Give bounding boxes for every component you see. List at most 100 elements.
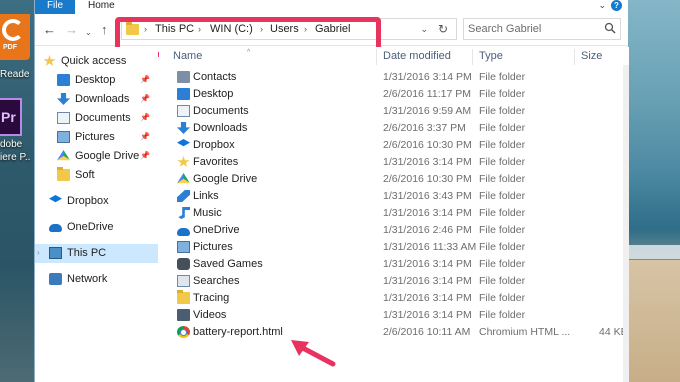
recent-locations-chevron-icon[interactable]: ⌄ [85,26,92,39]
file-name: Music [193,207,222,219]
desktop-icon-label: dobe [0,139,23,150]
pin-icon[interactable]: 📌 [140,75,150,84]
file-type: File folder [479,122,526,134]
sidebar-item-label: OneDrive [67,221,114,233]
premiere-logo-icon: Pr [0,98,22,136]
sidebar-item-label: Desktop [75,74,116,86]
file-name: Searches [193,275,240,287]
file-date-modified: 1/31/2016 3:14 PM [383,292,472,304]
file-row[interactable]: Google Drive 2/6/2016 10:30 PM File folder [167,171,629,188]
file-row[interactable]: Tracing 1/31/2016 3:14 PM File folder [167,290,629,307]
videos-icon [177,309,190,321]
column-header-size[interactable]: Size [575,49,623,65]
file-name: OneDrive [193,224,240,236]
ribbon-expand-icon[interactable]: ⌄ [598,0,606,11]
folder-icon [177,290,190,304]
sidebar-item-dropbox[interactable]: Dropbox [35,192,158,211]
sidebar-item-label: Documents [75,112,131,124]
folder-icon [57,167,70,181]
google-drive-icon [177,173,190,184]
help-icon[interactable]: ? [611,0,622,11]
desktop-icon-premiere[interactable]: Pr dobe iere P.. [0,98,34,163]
file-row[interactable]: Videos 1/31/2016 3:14 PM File folder [167,307,629,324]
file-row[interactable]: Pictures 1/31/2016 11:33 AM File folder [167,239,629,256]
column-header-name[interactable]: Name ^ [167,49,377,65]
file-date-modified: 1/31/2016 3:14 PM [383,71,472,83]
file-type: File folder [479,275,526,287]
favorites-icon [177,156,190,167]
file-date-modified: 1/31/2016 3:14 PM [383,156,472,168]
file-row[interactable]: Favorites 1/31/2016 3:14 PM File folder [167,154,629,171]
links-icon [177,190,190,202]
sidebar-item-soft[interactable]: Soft [35,166,158,185]
sidebar-item-network[interactable]: Network [35,270,158,289]
file-row[interactable]: Documents 1/31/2016 9:59 AM File folder [167,103,629,120]
file-date-modified: 1/31/2016 3:14 PM [383,309,472,321]
file-row[interactable]: battery-report.html 2/6/2016 10:11 AM Chro… [167,324,629,341]
sidebar-item-label: Google Drive [75,150,140,162]
vertical-scrollbar[interactable] [623,65,629,382]
search-box[interactable] [463,18,621,40]
pc-icon [49,247,62,259]
file-date-modified: 1/31/2016 2:46 PM [383,224,472,236]
address-dropdown-chevron-icon[interactable]: ⌄ [420,24,428,35]
sidebar-item-pictures[interactable]: Pictures 📌 [35,128,158,147]
saved-games-icon [177,258,190,270]
file-type: File folder [479,309,526,321]
file-date-modified: 1/31/2016 3:14 PM [383,207,472,219]
file-type: File folder [479,241,526,253]
sidebar-item-desktop[interactable]: Desktop 📌 [35,71,158,90]
forward-arrow-icon[interactable]: → [65,23,78,36]
file-row[interactable]: OneDrive 1/31/2016 2:46 PM File folder [167,222,629,239]
tab-home[interactable]: Home [88,0,115,12]
refresh-icon[interactable]: ↻ [438,22,448,36]
pin-icon[interactable]: 📌 [140,94,150,103]
column-header-date[interactable]: Date modified [377,49,473,65]
file-row[interactable]: Saved Games 1/31/2016 3:14 PM File folder [167,256,629,273]
file-row[interactable]: Links 1/31/2016 3:43 PM File folder [167,188,629,205]
wallpaper-right [628,0,680,382]
tab-file[interactable]: File [35,0,75,14]
file-list: Name ^ Date modified Type Size Contacts 1… [159,47,629,382]
file-name: Desktop [193,88,234,100]
pictures-icon [57,131,70,143]
search-input[interactable] [468,22,598,36]
music-icon [178,207,190,219]
file-row[interactable]: Searches 1/31/2016 3:14 PM File folder [167,273,629,290]
file-name: Contacts [193,71,237,83]
sidebar-item-this-pc[interactable]: › This PC [35,244,158,263]
file-date-modified: 1/31/2016 9:59 AM [383,105,472,117]
file-date-modified: 1/31/2016 3:14 PM [383,275,472,287]
file-row[interactable]: Contacts 1/31/2016 3:14 PM File folder [167,69,629,86]
file-row[interactable]: Downloads 2/6/2016 3:37 PM File folder [167,120,629,137]
wallpaper-sand [628,260,680,382]
file-row[interactable]: Desktop 2/6/2016 11:17 PM File folder [167,86,629,103]
sidebar-item-label: Quick access [61,55,127,67]
sidebar-item-onedrive[interactable]: OneDrive [35,218,158,237]
sidebar-item-downloads[interactable]: Downloads 📌 [35,90,158,109]
pin-icon[interactable]: 📌 [140,132,150,141]
column-header-type[interactable]: Type [473,49,575,65]
file-name: Saved Games [193,258,263,270]
sidebar-item-label: Dropbox [67,195,109,207]
file-row[interactable]: Dropbox 2/6/2016 10:30 PM File folder [167,137,629,154]
desktop-icon-foxit-reader[interactable]: PDF Reade [0,14,34,80]
contacts-icon [177,71,190,83]
pin-icon[interactable]: 📌 [140,151,150,160]
expand-chevron-icon[interactable]: › [37,248,40,257]
chrome-html-icon [177,326,190,338]
column-header-label: Name [173,50,203,62]
desktop-icon [57,74,70,86]
pin-icon[interactable]: 📌 [140,113,150,122]
file-type: File folder [479,88,526,100]
file-type: Chromium HTML ... [479,326,571,338]
sidebar-item-google-drive[interactable]: Google Drive 📌 [35,147,158,166]
documents-icon [57,112,70,124]
up-arrow-icon[interactable]: ↑ [101,23,108,36]
file-type: File folder [479,71,526,83]
search-icon[interactable] [604,22,616,34]
sidebar-item-quick-access[interactable]: Quick access [35,52,158,71]
file-row[interactable]: Music 1/31/2016 3:14 PM File folder [167,205,629,222]
sidebar-item-documents[interactable]: Documents 📌 [35,109,158,128]
back-arrow-icon[interactable]: ← [43,23,56,36]
